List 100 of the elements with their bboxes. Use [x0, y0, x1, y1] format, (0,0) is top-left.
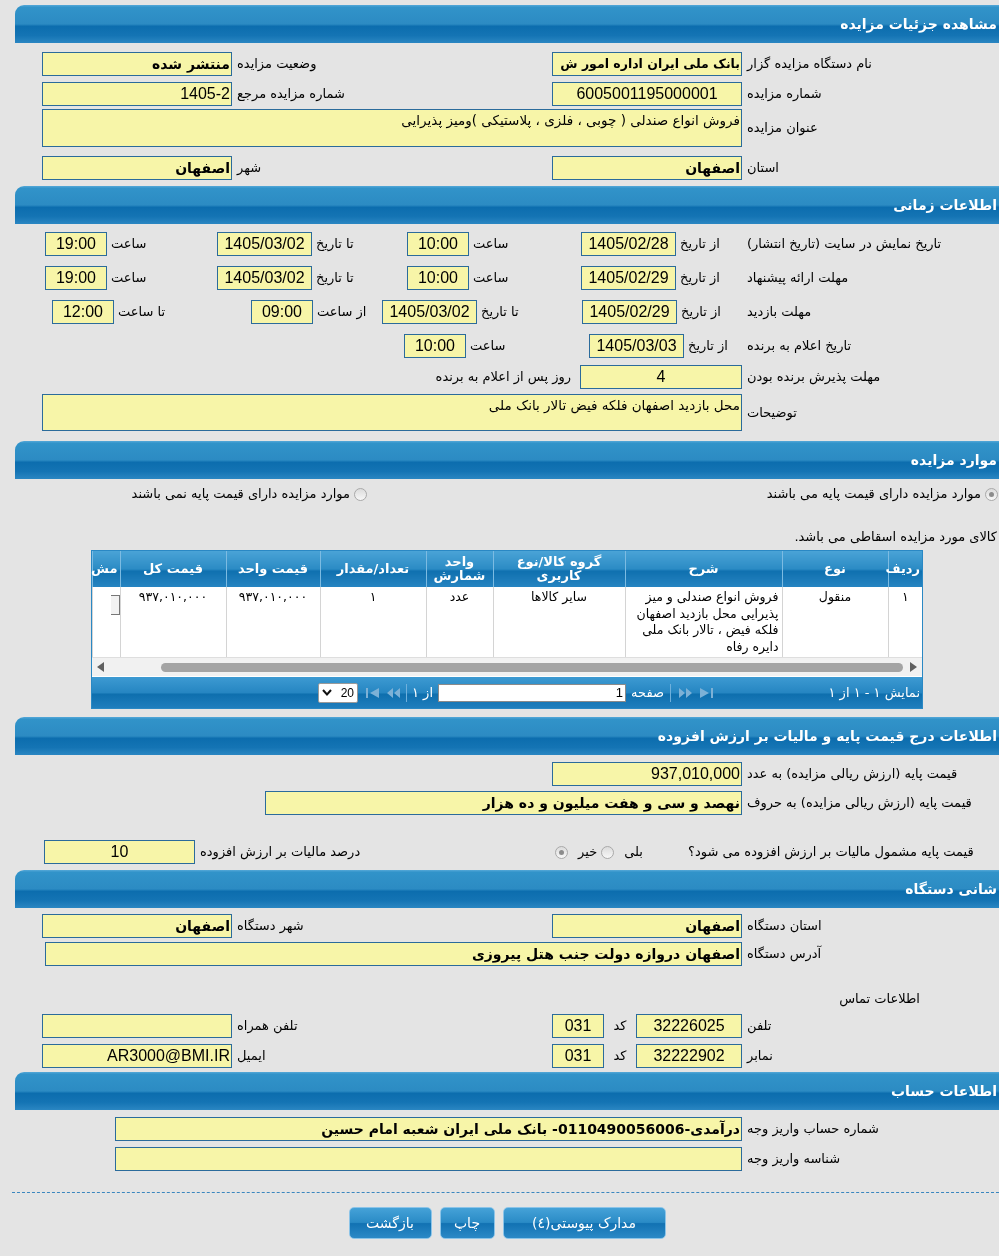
- area-code-field[interactable]: 031: [552, 1044, 604, 1068]
- status-field[interactable]: منتشر شده: [42, 52, 232, 76]
- section-title: اطلاعات درج قیمت پایه و مالیات بر ارزش افزوده: [657, 726, 997, 747]
- note-text: کالای مورد مزایده اسقاطی می باشد.: [794, 528, 998, 546]
- suffix-label: روز پس از اعلام به برنده: [435, 368, 571, 387]
- account-number-field[interactable]: درآمدی-0110490056006- بانک ملی ایران شعبه امام حسین: [115, 1117, 742, 1141]
- scroll-right-icon[interactable]: [910, 662, 917, 672]
- auction-number-field[interactable]: 6005001195000001: [552, 82, 742, 106]
- page-size-select[interactable]: 20: [318, 682, 358, 703]
- date-field[interactable]: 1405/02/28: [581, 232, 676, 256]
- radio-button[interactable]: [354, 487, 367, 501]
- days-field[interactable]: 4: [580, 365, 742, 389]
- address-field[interactable]: اصفهان دروازه دولت جنب هتل پیروزی: [45, 942, 742, 966]
- radio-button[interactable]: [985, 487, 998, 501]
- date-field[interactable]: 1405/02/29: [582, 300, 677, 324]
- field-label: شماره حساب واریز وجه: [746, 1120, 880, 1139]
- scrollbar-thumb[interactable]: [161, 662, 903, 672]
- radio-button[interactable]: [555, 845, 569, 859]
- date-field[interactable]: 1405/03/03: [589, 334, 684, 358]
- section-title: اطلاعات زمانی: [893, 195, 997, 215]
- field-label: ایمیل: [236, 1047, 267, 1065]
- field-label: استان دستگاه: [746, 917, 823, 935]
- field-label: تا ساعت: [117, 303, 167, 321]
- field-label: مهلت پذیرش برنده بودن: [746, 368, 882, 387]
- scroll-left-icon[interactable]: [97, 662, 104, 672]
- field-label: از تاریخ: [687, 337, 729, 355]
- date-field[interactable]: 1405/02/29: [581, 266, 676, 290]
- vat-percent-field[interactable]: 10: [44, 840, 195, 864]
- date-field[interactable]: 1405/03/02: [382, 300, 477, 324]
- payment-id-field[interactable]: [115, 1147, 742, 1171]
- phone-field[interactable]: 32226025: [636, 1014, 742, 1038]
- page-field[interactable]: 1: [438, 683, 626, 702]
- column-header: گروه کالا/نوع کاربری: [493, 551, 625, 587]
- field-label: نمابر: [745, 1047, 774, 1065]
- field-label: تلفن: [746, 1017, 773, 1036]
- city-field[interactable]: اصفهان: [42, 914, 232, 938]
- column-header: مش: [92, 551, 120, 587]
- column-header: ردیف: [888, 551, 922, 587]
- row-action-button[interactable]: [110, 595, 120, 615]
- field-label: وضعیت مزایده: [236, 55, 318, 74]
- subject-field[interactable]: فروش انواع صندلی ( چوبی ، فلزی ، پلاستیکی )ومیز پذیرایی: [42, 109, 742, 147]
- fax-field[interactable]: 32222902: [636, 1044, 742, 1068]
- province-field[interactable]: اصفهان: [552, 156, 742, 180]
- field-label: مهلت بازدید: [746, 303, 813, 322]
- form-button[interactable]: چاپ: [439, 1207, 495, 1239]
- column-header: واحد شمارش: [426, 551, 493, 587]
- field-label: ساعت: [472, 269, 510, 287]
- field-label: تاریخ اعلام به برنده: [746, 337, 853, 355]
- form-button[interactable]: مدارک پیوستی(٤): [502, 1207, 666, 1239]
- date-field[interactable]: 1405/03/02: [217, 266, 312, 290]
- field-label: توضیحات: [746, 403, 798, 423]
- radio-button[interactable]: [601, 845, 615, 859]
- reference-number-field[interactable]: 1405-2: [42, 82, 232, 106]
- field-label: ساعت: [472, 235, 510, 253]
- field-label: ساعت: [110, 269, 148, 287]
- field-label: آدرس دستگاه: [746, 944, 823, 964]
- time-field[interactable]: 10:00: [407, 232, 469, 256]
- pager-summary: نمایش ۱ - ۱ از ۱: [827, 683, 921, 703]
- time-field[interactable]: 10:00: [407, 266, 469, 290]
- radio-label: موارد مزایده دارای قیمت پایه می باشند: [766, 485, 981, 503]
- field-label: قیمت پایه مشمول مالیات بر ارزش افزوده می شود؟: [687, 843, 975, 862]
- column-header: شرح: [625, 551, 782, 587]
- time-field[interactable]: 12:00: [52, 300, 114, 324]
- field-label: تا تاریخ: [480, 303, 520, 321]
- field-label: ساعت: [469, 337, 507, 355]
- field-label: شهر: [235, 159, 263, 178]
- field-label: تا تاریخ: [315, 269, 355, 287]
- field-label: قیمت پایه (ارزش ریالی مزایده) به حروف: [746, 794, 973, 813]
- field-label: از تاریخ: [679, 269, 721, 287]
- time-field[interactable]: 19:00: [45, 266, 107, 290]
- date-field[interactable]: 1405/03/02: [217, 232, 312, 256]
- field-label: مهلت ارائه پیشنهاد: [746, 269, 850, 288]
- notes-field[interactable]: محل بازدید اصفهان فلکه فیض تالار بانک ملی: [42, 394, 742, 431]
- field-label: ساعت: [110, 235, 148, 253]
- organizer-field[interactable]: بانک ملی ایران اداره امور ش: [552, 52, 742, 76]
- field-label: کد: [612, 1017, 628, 1035]
- time-field[interactable]: 10:00: [404, 334, 466, 358]
- time-field[interactable]: 19:00: [45, 232, 107, 256]
- column-header: قیمت کل: [120, 551, 226, 587]
- area-code-field[interactable]: 031: [552, 1014, 604, 1038]
- field-label: تا تاریخ: [315, 235, 355, 253]
- section-title: موارد مزایده: [910, 450, 997, 471]
- price-words-field[interactable]: نهصد و سی و هفت میلیون و ده هزار: [265, 791, 742, 815]
- field-label: شهر دستگاه: [236, 917, 305, 936]
- field-label: استان: [746, 159, 780, 177]
- field-label: شماره مزایده: [746, 85, 823, 104]
- horizontal-scrollbar[interactable]: [92, 657, 922, 676]
- field-label: شناسه واریز وجه: [746, 1150, 842, 1169]
- city-field[interactable]: اصفهان: [42, 156, 232, 180]
- base-price-field[interactable]: 937,010,000: [552, 762, 742, 786]
- field-label: درصد مالیات بر ارزش افزوده: [199, 843, 362, 862]
- chevron-icon: [322, 689, 332, 696]
- field-label: قیمت پایه (ارزش ریالی مزایده) به عدد: [746, 765, 959, 784]
- province-field[interactable]: اصفهان: [552, 914, 742, 938]
- field-label: شماره مزایده مرجع: [236, 85, 346, 103]
- time-field[interactable]: 09:00: [251, 300, 313, 324]
- mobile-field[interactable]: [42, 1014, 232, 1038]
- page-total: از ۱: [412, 683, 433, 702]
- email-field[interactable]: AR3000@BMI.IR: [42, 1044, 232, 1068]
- form-button[interactable]: بازگشت: [348, 1207, 432, 1239]
